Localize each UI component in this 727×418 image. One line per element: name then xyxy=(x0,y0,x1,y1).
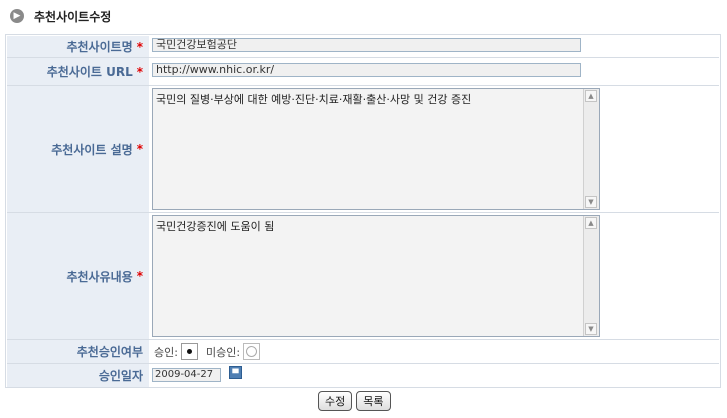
site-url-label: 추천사이트 URL xyxy=(46,65,133,79)
button-group: 수정 목록 xyxy=(318,391,391,411)
approved-label: 승인: xyxy=(154,345,178,359)
reason-label: 추천사유내용 xyxy=(66,269,133,284)
scroll-up-icon[interactable]: ▲ xyxy=(585,90,597,102)
required-mark: * xyxy=(136,142,143,156)
required-mark: * xyxy=(136,269,143,283)
page-header: ▶ 추천사이트수정 xyxy=(10,6,111,26)
row-approval-date: 승인일자 2009-04-27 ▀ xyxy=(7,364,719,387)
chevron-right-circle-icon: ▶ xyxy=(10,9,24,23)
site-description-label: 추천사이트 설명 xyxy=(51,142,133,157)
row-site-description: 추천사이트 설명 * 국민의 질병·부상에 대한 예방·진단·치료·재활·출산·사… xyxy=(7,86,719,212)
edit-button[interactable]: 수정 xyxy=(318,391,353,411)
edit-form: 추천사이트명 * 국민건강보험공단 추천사이트 URL * http://www.n… xyxy=(5,34,721,388)
required-mark: * xyxy=(136,39,143,54)
list-button[interactable]: 목록 xyxy=(356,391,391,411)
calendar-icon[interactable]: ▀ xyxy=(229,366,242,379)
reason-text: 국민건강증진에 도움이 됨 xyxy=(156,220,275,233)
approved-radio[interactable] xyxy=(180,343,198,360)
scrollbar[interactable]: ▲ ▼ xyxy=(583,89,599,209)
unapproved-label: 미승인: xyxy=(205,345,241,359)
page-title: 추천사이트수정 xyxy=(34,9,112,24)
row-site-url: 추천사이트 URL * http://www.nhic.or.kr/ xyxy=(7,58,719,85)
scrollbar[interactable]: ▲ ▼ xyxy=(583,216,599,336)
row-site-name: 추천사이트명 * 국민건강보험공단 xyxy=(7,36,719,57)
row-approval: 추천승인여부 승인: 미승인: xyxy=(7,340,719,363)
approval-label: 추천승인여부 xyxy=(76,345,143,359)
reason-textarea[interactable]: 국민건강증진에 도움이 됨 ▲ ▼ xyxy=(152,215,600,337)
approval-date-input[interactable]: 2009-04-27 xyxy=(152,368,221,382)
approval-radio-group: 승인: 미승인: xyxy=(154,343,268,360)
site-description-textarea[interactable]: 국민의 질병·부상에 대한 예방·진단·치료·재활·출산·사망 및 건강 증진 … xyxy=(152,88,600,210)
site-name-input[interactable]: 국민건강보험공단 xyxy=(152,38,581,52)
site-description-text: 국민의 질병·부상에 대한 예방·진단·치료·재활·출산·사망 및 건강 증진 xyxy=(156,93,472,106)
required-mark: * xyxy=(136,64,143,79)
scroll-down-icon[interactable]: ▼ xyxy=(585,196,597,208)
site-url-input[interactable]: http://www.nhic.or.kr/ xyxy=(152,63,581,77)
site-name-label: 추천사이트명 xyxy=(66,40,133,54)
unapproved-radio[interactable] xyxy=(243,343,261,360)
approval-date-label: 승인일자 xyxy=(98,369,143,383)
row-reason: 추천사유내용 * 국민건강증진에 도움이 됨 ▲ ▼ xyxy=(7,213,719,339)
scroll-down-icon[interactable]: ▼ xyxy=(585,323,597,335)
scroll-up-icon[interactable]: ▲ xyxy=(585,217,597,229)
